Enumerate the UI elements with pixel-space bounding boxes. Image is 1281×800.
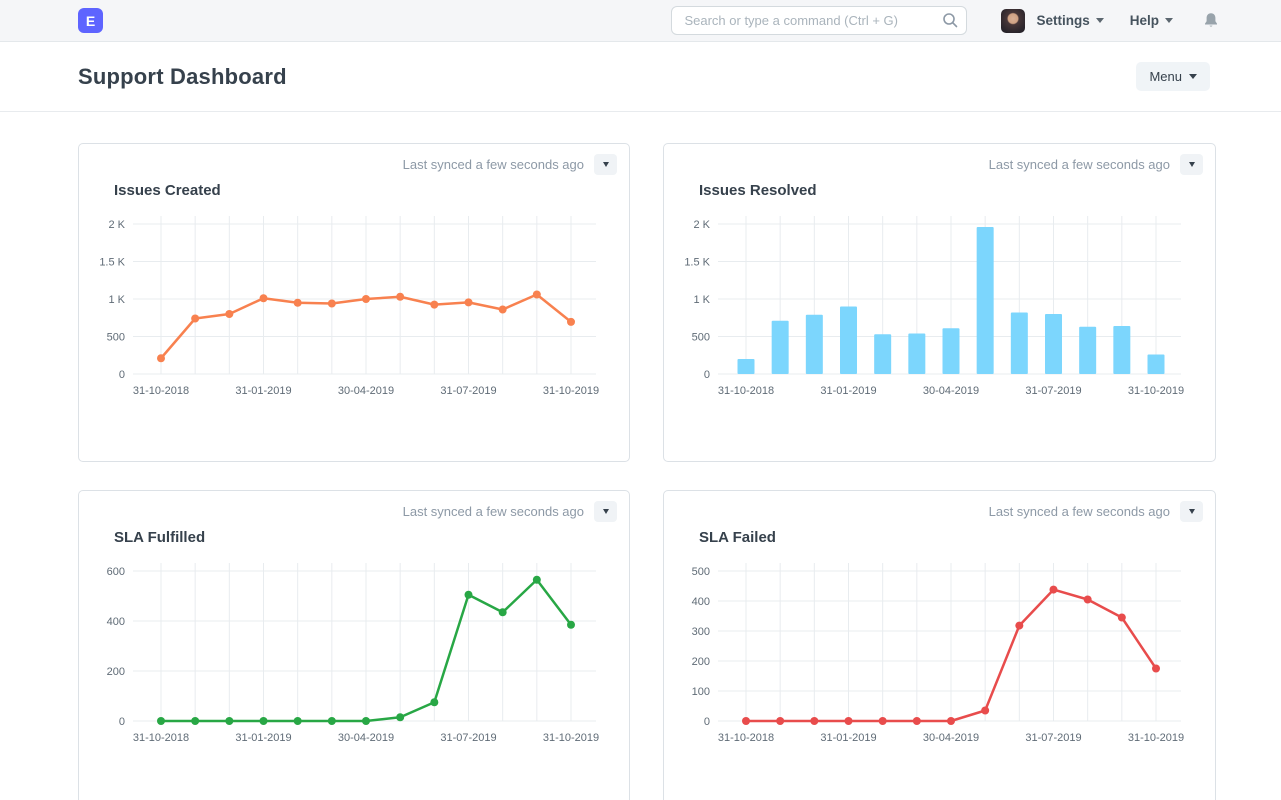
page-title: Support Dashboard — [78, 64, 287, 90]
dashboard-main: Last synced a few seconds ago Issues Cre… — [0, 112, 1281, 800]
svg-text:0: 0 — [704, 369, 710, 381]
svg-text:1.5 K: 1.5 K — [684, 257, 710, 269]
svg-text:200: 200 — [107, 666, 125, 678]
svg-text:1.5 K: 1.5 K — [99, 257, 125, 269]
svg-text:30-04-2019: 30-04-2019 — [923, 732, 979, 744]
sync-row: Last synced a few seconds ago — [989, 154, 1203, 175]
chart-actions-button[interactable] — [594, 154, 617, 175]
navbar-right: Settings Help — [671, 6, 1219, 35]
search-wrap — [671, 6, 967, 35]
svg-text:31-01-2019: 31-01-2019 — [235, 732, 291, 744]
settings-label: Settings — [1036, 13, 1089, 28]
menu-button-label: Menu — [1149, 69, 1182, 84]
chart-actions-button[interactable] — [1180, 154, 1203, 175]
svg-text:400: 400 — [692, 596, 710, 608]
svg-text:0: 0 — [119, 716, 125, 728]
sync-row: Last synced a few seconds ago — [989, 501, 1203, 522]
svg-text:300: 300 — [692, 626, 710, 638]
svg-text:30-04-2019: 30-04-2019 — [338, 732, 394, 744]
svg-text:31-01-2019: 31-01-2019 — [820, 385, 876, 397]
chevron-down-icon — [1189, 509, 1195, 514]
user-avatar[interactable] — [1001, 9, 1025, 33]
svg-text:1 K: 1 K — [693, 294, 710, 306]
chevron-down-icon — [1189, 162, 1195, 167]
svg-text:31-10-2018: 31-10-2018 — [133, 385, 189, 397]
sla-fulfilled-chart: 0 200 400 600 31-10-2018 31-01-2019 30-04-2019… — [79, 557, 619, 757]
svg-text:30-04-2019: 30-04-2019 — [923, 385, 979, 397]
card-sla-fulfilled: Last synced a few seconds ago SLA Fulfil… — [78, 490, 630, 800]
help-menu[interactable]: Help — [1130, 13, 1173, 28]
last-synced-label: Last synced a few seconds ago — [989, 504, 1170, 519]
search-icon[interactable] — [942, 12, 958, 28]
svg-text:31-01-2019: 31-01-2019 — [820, 732, 876, 744]
last-synced-label: Last synced a few seconds ago — [403, 157, 584, 172]
chart-title: SLA Fulfilled — [114, 529, 205, 546]
chart-actions-button[interactable] — [594, 501, 617, 522]
app-logo[interactable]: E — [78, 8, 103, 33]
chevron-down-icon — [1165, 18, 1173, 23]
sync-row: Last synced a few seconds ago — [403, 501, 617, 522]
help-label: Help — [1130, 13, 1159, 28]
svg-text:31-10-2018: 31-10-2018 — [718, 385, 774, 397]
svg-text:1 K: 1 K — [108, 294, 125, 306]
svg-text:600: 600 — [107, 566, 125, 578]
svg-text:31-07-2019: 31-07-2019 — [1025, 385, 1081, 397]
svg-text:31-07-2019: 31-07-2019 — [1025, 732, 1081, 744]
svg-text:200: 200 — [692, 656, 710, 668]
svg-text:2 K: 2 K — [108, 219, 125, 231]
chart-title: SLA Failed — [699, 529, 776, 546]
chart-actions-button[interactable] — [1180, 501, 1203, 522]
chevron-down-icon — [603, 509, 609, 514]
svg-text:0: 0 — [119, 369, 125, 381]
sla-failed-chart: 0 100 200 300 400 500 31-10-2018 31-01-2019 30-0… — [664, 557, 1204, 757]
card-issues-created: Last synced a few seconds ago Issues Cre… — [78, 143, 630, 462]
chart-title: Issues Resolved — [699, 182, 817, 199]
svg-text:500: 500 — [692, 332, 710, 344]
svg-text:31-10-2019: 31-10-2019 — [1128, 385, 1184, 397]
svg-text:500: 500 — [107, 332, 125, 344]
svg-text:31-01-2019: 31-01-2019 — [235, 385, 291, 397]
svg-text:0: 0 — [704, 716, 710, 728]
svg-text:500: 500 — [692, 566, 710, 578]
svg-text:31-10-2019: 31-10-2019 — [543, 732, 599, 744]
dashboard-grid: Last synced a few seconds ago Issues Cre… — [78, 143, 1216, 800]
svg-text:31-10-2018: 31-10-2018 — [718, 732, 774, 744]
svg-text:31-10-2019: 31-10-2019 — [543, 385, 599, 397]
last-synced-label: Last synced a few seconds ago — [989, 157, 1170, 172]
issues-resolved-chart: 0 500 1 K 1.5 K 2 K 31-10-2018 31-01-2019 30-04… — [664, 210, 1204, 410]
sync-row: Last synced a few seconds ago — [403, 154, 617, 175]
svg-text:2 K: 2 K — [693, 219, 710, 231]
svg-text:400: 400 — [107, 616, 125, 628]
menu-button[interactable]: Menu — [1136, 62, 1210, 91]
chevron-down-icon — [603, 162, 609, 167]
search-input[interactable] — [671, 6, 967, 35]
card-issues-resolved: Last synced a few seconds ago Issues Res… — [663, 143, 1216, 462]
card-sla-failed: Last synced a few seconds ago SLA Failed… — [663, 490, 1216, 800]
last-synced-label: Last synced a few seconds ago — [403, 504, 584, 519]
svg-text:31-07-2019: 31-07-2019 — [440, 732, 496, 744]
chart-title: Issues Created — [114, 182, 221, 199]
svg-text:31-10-2018: 31-10-2018 — [133, 732, 189, 744]
settings-menu[interactable]: Settings — [1036, 13, 1103, 28]
chevron-down-icon — [1096, 18, 1104, 23]
svg-text:31-07-2019: 31-07-2019 — [440, 385, 496, 397]
chevron-down-icon — [1189, 74, 1197, 79]
issues-created-chart: 0 500 1 K 1.5 K 2 K 31-10-2018 31-01-2019 30-04… — [79, 210, 619, 410]
svg-text:30-04-2019: 30-04-2019 — [338, 385, 394, 397]
svg-text:31-10-2019: 31-10-2019 — [1128, 732, 1184, 744]
notifications-bell-icon[interactable] — [1203, 12, 1219, 29]
svg-text:100: 100 — [692, 686, 710, 698]
page-head: Support Dashboard Menu — [0, 42, 1281, 112]
navbar: E Settings Help — [0, 0, 1281, 42]
